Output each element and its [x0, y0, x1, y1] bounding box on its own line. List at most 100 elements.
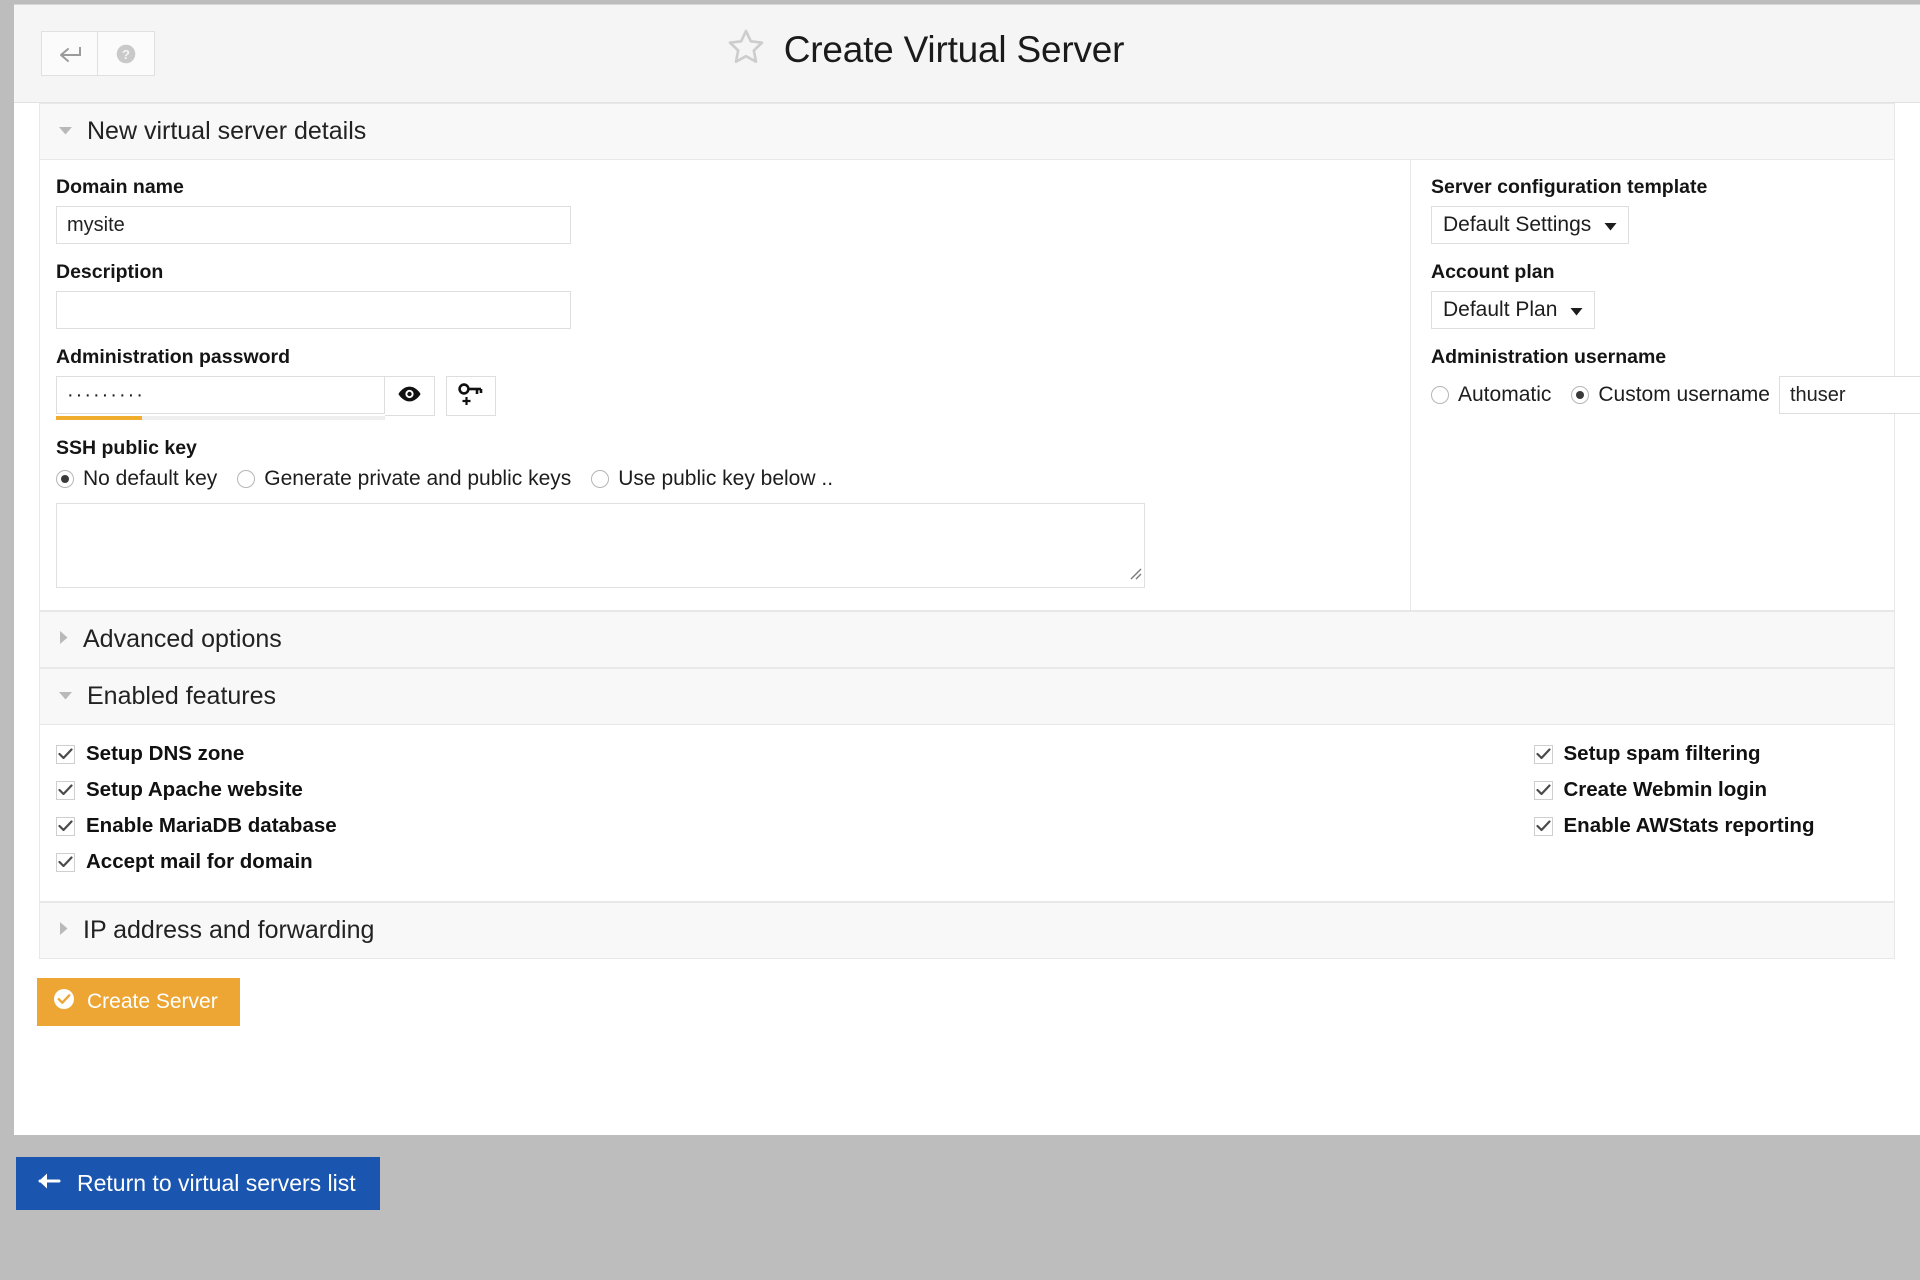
feature-label: Setup Apache website [86, 778, 303, 801]
triangle-down-icon [58, 123, 73, 141]
username-option-automatic[interactable]: Automatic [1431, 383, 1551, 407]
section-body-details: Domain name Description Administration p… [40, 160, 1920, 611]
section-header-ip-forwarding[interactable]: IP address and forwarding [40, 902, 1894, 959]
username-option-custom[interactable]: Custom username [1571, 383, 1770, 407]
radio-indicator [1571, 386, 1590, 404]
password-strength-bar [56, 416, 142, 420]
field-account-plan: Account plan Default Plan [1431, 261, 1920, 329]
password-row [56, 376, 1396, 420]
details-right-column: Server configuration template Default Se… [1411, 160, 1920, 610]
star-outline-icon[interactable] [726, 27, 766, 72]
label-admin-username: Administration username [1431, 346, 1667, 368]
account-plan-value: Default Plan [1443, 298, 1558, 321]
label-domain: Domain name [56, 176, 184, 198]
ssh-option-generate-keys[interactable]: Generate private and public keys [237, 467, 571, 491]
section-header-features[interactable]: Enabled features [40, 668, 1894, 725]
ssh-option-no-default-key[interactable]: No default key [56, 467, 217, 491]
account-plan-select[interactable]: Default Plan [1431, 291, 1596, 329]
label-admin-password: Administration password [56, 346, 291, 368]
section-title-features: Enabled features [87, 682, 277, 710]
feature-label: Create Webmin login [1563, 778, 1768, 801]
checkbox-checked-icon [1533, 816, 1553, 836]
checkbox-checked-icon [1533, 744, 1553, 764]
page-root: ? Create Virtual Server New virtual serv… [0, 0, 1920, 1280]
admin-password-input[interactable] [56, 376, 385, 414]
feature-setup-spam-filtering[interactable]: Setup spam filtering [1533, 739, 1895, 769]
field-password: Administration password [56, 346, 1396, 420]
ssh-key-radio-group: No default key Generate private and publ… [56, 467, 1396, 491]
section-header-details[interactable]: New virtual server details [40, 103, 1894, 160]
label-description: Description [56, 261, 164, 283]
username-option-label: Custom username [1598, 383, 1770, 406]
details-left-column: Domain name Description Administration p… [40, 160, 1411, 610]
custom-username-input[interactable] [1778, 376, 1920, 414]
checkbox-checked-icon [56, 852, 75, 872]
section-header-advanced[interactable]: Advanced options [40, 611, 1894, 668]
field-server-template: Server configuration template Default Se… [1431, 176, 1920, 244]
field-ssh-key: SSH public key No default key Generate p… [56, 437, 1396, 588]
label-account-plan: Account plan [1431, 261, 1555, 283]
triangle-right-icon [58, 630, 69, 650]
feature-label: Setup DNS zone [86, 742, 245, 765]
feature-label: Setup spam filtering [1563, 742, 1761, 765]
server-template-value: Default Settings [1443, 213, 1592, 236]
create-server-label: Create Server [87, 990, 218, 1013]
feature-label: Accept mail for domain [86, 850, 313, 873]
checkbox-checked-icon [1533, 780, 1553, 800]
radio-indicator [1431, 386, 1449, 404]
username-option-label: Automatic [1458, 383, 1552, 406]
key-plus-icon [457, 381, 485, 412]
form-panel: New virtual server details Domain name D… [39, 103, 1920, 959]
feature-setup-dns-zone[interactable]: Setup DNS zone [56, 739, 417, 769]
form-body: New virtual server details Domain name D… [14, 103, 1920, 1051]
radio-indicator [56, 470, 74, 488]
ssh-option-label: No default key [83, 467, 218, 490]
feature-label: Enable AWStats reporting [1563, 814, 1815, 837]
caret-down-icon [1604, 213, 1617, 237]
domain-name-input[interactable] [56, 206, 571, 244]
ssh-option-use-public-key-below[interactable]: Use public key below .. [591, 467, 833, 491]
server-template-select[interactable]: Default Settings [1431, 206, 1630, 244]
return-to-list-button[interactable]: Return to virtual servers list [16, 1157, 380, 1210]
page-title: Create Virtual Server [783, 28, 1125, 70]
checkbox-checked-icon [56, 744, 75, 764]
field-admin-username: Administration username Automatic Custom… [1431, 346, 1920, 414]
toolbar: ? Create Virtual Server [14, 5, 1920, 103]
checkbox-checked-icon [56, 780, 75, 800]
admin-username-row: Automatic Custom username [1431, 376, 1920, 414]
field-domain: Domain name [56, 176, 1396, 244]
ssh-option-label: Use public key below .. [618, 467, 834, 490]
feature-enable-awstats-reporting[interactable]: Enable AWStats reporting [1533, 811, 1895, 841]
section-title-ip-forwarding: IP address and forwarding [83, 916, 375, 944]
toggle-password-visibility-button[interactable] [385, 376, 435, 416]
label-server-template: Server configuration template [1431, 176, 1708, 198]
password-box [56, 376, 385, 420]
description-input[interactable] [56, 291, 571, 329]
ssh-public-key-textarea[interactable] [56, 503, 1145, 588]
generate-password-button[interactable] [446, 376, 496, 416]
features-left-column: Setup DNS zone Setup Apache website Enab… [40, 739, 417, 883]
caret-down-icon [1570, 298, 1583, 322]
section-title-details: New virtual server details [87, 117, 367, 145]
feature-create-webmin-login[interactable]: Create Webmin login [1533, 775, 1895, 805]
feature-accept-mail-for-domain[interactable]: Accept mail for domain [56, 847, 417, 877]
main-window: ? Create Virtual Server New virtual serv… [14, 4, 1920, 1135]
section-title-advanced: Advanced options [83, 625, 282, 653]
page-left-edge [0, 0, 14, 1135]
eye-icon [397, 385, 422, 408]
feature-setup-apache-website[interactable]: Setup Apache website [56, 775, 417, 805]
create-button-wrap: Create Server [14, 959, 1920, 1051]
bottom-bar: Return to virtual servers list [0, 1135, 1920, 1280]
radio-indicator [237, 470, 256, 488]
feature-label: Enable MariaDB database [86, 814, 337, 837]
return-to-list-label: Return to virtual servers list [77, 1170, 356, 1196]
ssh-textarea-wrap [56, 503, 1145, 588]
radio-indicator [591, 470, 610, 488]
checkbox-checked-icon [56, 816, 75, 836]
features-body: Setup DNS zone Setup Apache website Enab… [40, 725, 1894, 902]
feature-enable-mariadb-database[interactable]: Enable MariaDB database [56, 811, 417, 841]
create-server-button[interactable]: Create Server [37, 978, 240, 1026]
triangle-down-icon [58, 688, 73, 706]
page-title-group: Create Virtual Server [14, 27, 1878, 72]
features-right-column: Setup spam filtering Create Webmin login [417, 739, 1895, 883]
